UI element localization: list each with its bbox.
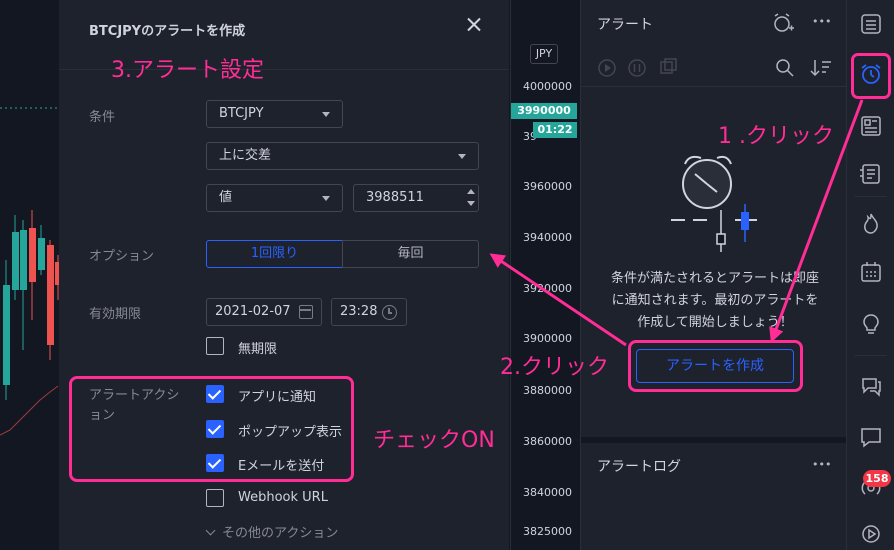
condition-label: 条件 xyxy=(89,110,116,125)
panel-divider xyxy=(581,86,847,87)
right-sidebar: 158 xyxy=(846,0,894,550)
annotation-step2: 2.クリック xyxy=(500,355,609,380)
option-every-button[interactable]: 毎回 xyxy=(342,240,479,268)
price-tick: 3960000 xyxy=(523,180,572,193)
dialog-title: BTCJPYのアラートを作成 xyxy=(89,24,246,39)
empty-message-line: 作成して開始しましょう！ xyxy=(637,315,793,330)
options-label: オプション xyxy=(89,249,155,264)
price-tick: 3900000 xyxy=(523,332,572,345)
chevron-down-icon xyxy=(458,154,466,159)
operator-select[interactable]: 上に交差 xyxy=(206,142,479,170)
clock-icon[interactable] xyxy=(382,305,397,320)
search-icon[interactable] xyxy=(775,58,795,78)
app-root: 高 4000000 3990000 39 01:22 3960000 39400… xyxy=(0,0,894,550)
expiry-date-text: 2021-02-07 xyxy=(215,304,291,319)
sort-icon[interactable] xyxy=(810,58,832,78)
chat-icon[interactable] xyxy=(859,374,883,398)
spin-up-icon[interactable] xyxy=(465,186,477,198)
create-alert-dialog: BTCJPYのアラートを作成 3.アラート設定 条件 BTCJPY 上に交差 値… xyxy=(59,0,509,550)
candle-body xyxy=(29,228,36,282)
empty-alarm-illustration-icon xyxy=(671,155,757,252)
notification-badge: 158 xyxy=(863,470,891,487)
alerts-toolbar xyxy=(598,58,677,77)
alert-log-more-button[interactable]: ••• xyxy=(812,458,831,471)
chevron-down-icon xyxy=(205,525,216,536)
price-tick: 3840000 xyxy=(523,486,572,499)
expiry-time-text: 23:28 xyxy=(340,304,378,319)
news-icon[interactable] xyxy=(859,114,883,138)
annotation-step3: 3.アラート設定 xyxy=(111,58,264,83)
calendar-icon[interactable] xyxy=(299,305,313,319)
price-tick: 3920000 xyxy=(523,282,572,295)
alerts-title: アラート xyxy=(597,17,653,33)
annotation-check-on: チェックON xyxy=(373,428,495,453)
price-tick: 4000000 xyxy=(523,80,572,93)
webhook-checkbox[interactable] xyxy=(206,489,224,507)
symbol-value: BTCJPY xyxy=(219,106,264,121)
no-expiry-label: 無期限 xyxy=(238,342,278,357)
hotlist-icon[interactable] xyxy=(859,211,883,235)
symbol-select[interactable]: BTCJPY xyxy=(206,100,343,128)
candle-body xyxy=(12,232,19,290)
alerts-more-button[interactable]: ••• xyxy=(812,15,831,28)
add-alarm-icon[interactable] xyxy=(771,12,795,34)
value-type-select[interactable]: 値 xyxy=(206,184,343,212)
price-tick: 3860000 xyxy=(523,435,572,448)
price-tick: 3880000 xyxy=(523,384,572,397)
calendar-icon[interactable] xyxy=(859,260,883,284)
bar-countdown: 01:22 xyxy=(533,122,577,138)
empty-message-line: に通知されます。最初のアラートを xyxy=(611,293,819,308)
more-actions-toggle[interactable]: その他のアクション xyxy=(205,522,339,541)
sidebar-divider xyxy=(855,196,887,197)
current-price-label: 3990000 xyxy=(511,103,577,119)
annotation-box-create xyxy=(628,340,803,392)
option-once-button[interactable]: 1回限り xyxy=(206,240,343,268)
chevron-down-icon xyxy=(322,112,330,117)
candle-body xyxy=(47,245,54,345)
ideas-icon[interactable] xyxy=(859,312,883,336)
chevron-down-icon xyxy=(322,196,330,201)
annotation-box-actions xyxy=(69,376,354,482)
price-axis[interactable]: 4000000 3990000 39 01:22 3960000 3940000… xyxy=(510,0,580,550)
data-window-icon[interactable] xyxy=(859,162,883,186)
more-actions-label: その他のアクション xyxy=(222,526,339,541)
operator-value: 上に交差 xyxy=(219,148,272,163)
annotation-step1: 1 .クリック xyxy=(718,124,834,149)
candle-body xyxy=(3,285,10,385)
close-icon[interactable] xyxy=(463,14,485,36)
value-input[interactable]: 3988511 xyxy=(353,184,479,212)
spin-down-icon[interactable] xyxy=(465,198,477,210)
empty-message-line: 条件が満たされるとアラートは即座 xyxy=(610,271,819,286)
webhook-label: Webhook URL xyxy=(238,490,328,505)
no-expiry-checkbox[interactable] xyxy=(206,337,224,355)
price-tick: 3940000 xyxy=(523,231,572,244)
price-tick: 3825000 xyxy=(523,525,572,538)
candle-body xyxy=(20,230,27,290)
value-type: 値 xyxy=(219,190,233,205)
sidebar-divider xyxy=(855,355,887,356)
expiry-time-input[interactable]: 23:28 xyxy=(331,298,407,326)
empty-message: 条件が満たされるとアラートは即座 に通知されます。最初のアラートを 作成して開始… xyxy=(595,268,835,334)
currency-badge[interactable]: JPY xyxy=(530,44,558,64)
expiry-date-input[interactable]: 2021-02-07 xyxy=(206,298,322,326)
alerts-panel: アラート ••• 条件が満たされるとアラートは即座 に通知されます。最初のアラー… xyxy=(580,0,847,550)
candle-body xyxy=(38,238,45,270)
annotation-box-alarm xyxy=(851,53,891,99)
alert-log-title: アラートログ xyxy=(597,459,681,475)
panel-gap xyxy=(581,437,847,443)
broadcast-icon[interactable] xyxy=(859,522,883,546)
messages-icon[interactable] xyxy=(859,425,883,449)
value-input-text: 3988511 xyxy=(366,190,424,205)
expiry-label: 有効期限 xyxy=(89,307,142,322)
watchlist-icon[interactable] xyxy=(859,12,883,36)
